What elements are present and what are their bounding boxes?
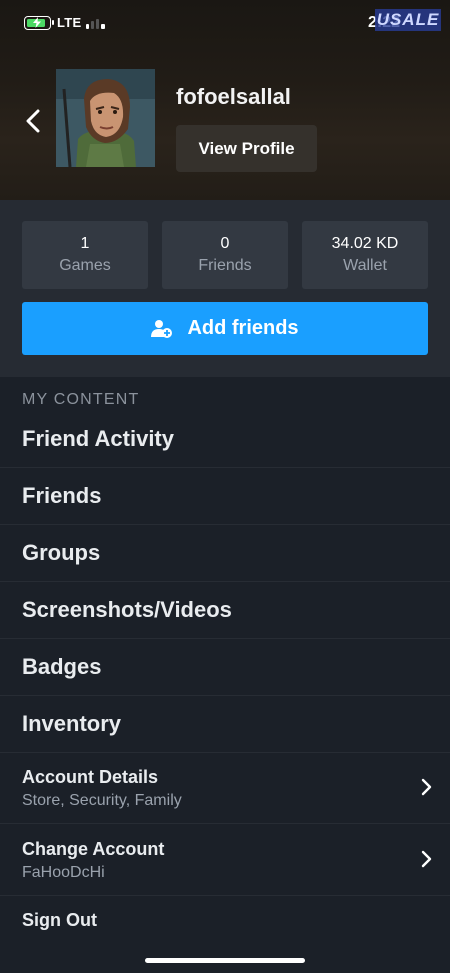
- watermark-logo: USALE: [375, 9, 441, 31]
- menu-item-groups[interactable]: Groups: [0, 525, 450, 582]
- menu-item-label: Groups: [22, 540, 101, 565]
- profile-header: LTE 2:22 USALE fofoelsa: [0, 0, 450, 200]
- account-details-title: Account Details: [22, 767, 159, 787]
- menu-item-label: Friend Activity: [22, 426, 174, 451]
- chevron-left-icon: [26, 109, 40, 133]
- menu-item-friend-activity[interactable]: Friend Activity: [0, 411, 450, 468]
- menu-item-screenshots-videos[interactable]: Screenshots/Videos: [0, 582, 450, 639]
- back-button[interactable]: [20, 104, 48, 138]
- stat-wallet[interactable]: 34.02 KD Wallet: [302, 221, 428, 289]
- menu-item-friends[interactable]: Friends: [0, 468, 450, 525]
- menu-item-label: Inventory: [22, 711, 122, 736]
- change-account-item[interactable]: Change Account FaHooDcHi: [0, 824, 450, 896]
- stat-friends-label: Friends: [198, 257, 252, 274]
- chevron-right-icon: [421, 850, 432, 868]
- home-indicator[interactable]: [145, 958, 305, 963]
- account-details-subtitle: Store, Security, Family: [22, 792, 182, 809]
- signal-icon: [86, 16, 106, 29]
- stat-wallet-value: 34.02 KD: [331, 235, 399, 252]
- stat-games-label: Games: [59, 257, 111, 274]
- chevron-right-icon: [421, 778, 432, 796]
- stat-friends-value: 0: [220, 235, 230, 252]
- add-friends-button[interactable]: Add friends: [22, 302, 428, 355]
- menu-item-inventory[interactable]: Inventory: [0, 696, 450, 753]
- battery-icon: [24, 16, 54, 30]
- status-bar: LTE 2:22 USALE: [0, 0, 450, 48]
- change-account-title: Change Account: [22, 839, 165, 859]
- my-content-heading: MY CONTENT: [22, 391, 140, 408]
- change-account-subtitle: FaHooDcHi: [22, 864, 105, 881]
- stats-section: 1 Games 0 Friends 34.02 KD Wallet Add fr…: [0, 200, 450, 377]
- profile-username: fofoelsallal: [176, 84, 291, 109]
- network-label: LTE: [57, 15, 82, 30]
- account-details-item[interactable]: Account Details Store, Security, Family: [0, 752, 450, 824]
- menu-item-badges[interactable]: Badges: [0, 639, 450, 696]
- menu-item-label: Screenshots/Videos: [22, 597, 232, 622]
- sign-out-label: Sign Out: [22, 910, 97, 930]
- stat-wallet-label: Wallet: [343, 257, 387, 274]
- menu-item-label: Badges: [22, 654, 102, 679]
- stat-games[interactable]: 1 Games: [22, 221, 148, 289]
- avatar[interactable]: [56, 69, 155, 167]
- view-profile-button[interactable]: View Profile: [176, 125, 317, 172]
- add-user-icon: [151, 319, 173, 338]
- menu-item-label: Friends: [22, 483, 102, 508]
- add-friends-label: Add friends: [187, 317, 299, 339]
- stat-games-value: 1: [80, 235, 90, 252]
- stat-friends[interactable]: 0 Friends: [162, 221, 288, 289]
- sign-out-button[interactable]: Sign Out: [0, 896, 450, 952]
